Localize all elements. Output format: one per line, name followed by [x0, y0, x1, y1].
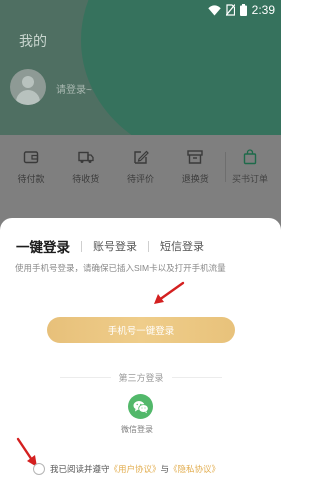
no-sim-icon — [225, 1, 236, 20]
agreement-row: 我已阅读并遵守 《用户协议》 与 《隐私协议》 — [33, 463, 220, 475]
agreement-conjunction: 与 — [160, 464, 170, 474]
status-time: 2:39 — [251, 3, 275, 17]
edit-icon — [133, 150, 149, 164]
login-prompt[interactable]: 请登录~ — [56, 81, 92, 96]
bag-icon — [243, 149, 257, 165]
agreement-prefix: 我已阅读并遵守 — [50, 464, 110, 474]
tab-one-click-login[interactable]: 一键登录 — [16, 236, 70, 256]
wallet-icon — [23, 151, 39, 164]
one-click-login-button[interactable]: 手机号一键登录 — [47, 317, 235, 343]
order-pending-payment[interactable]: 待付款 — [4, 145, 58, 195]
order-label: 待评价 — [126, 174, 154, 184]
profile-header: 2:39 我的 请登录~ — [0, 0, 281, 135]
wifi-icon — [207, 1, 221, 20]
tab-divider — [148, 240, 149, 252]
sim-hint: 使用手机号登录，请确保已插入SIM卡以及打开手机流量 — [15, 263, 226, 273]
tab-account-login[interactable]: 账号登录 — [93, 238, 137, 254]
third-party-divider: 第三方登录 — [60, 370, 223, 384]
order-shortcuts: 待付款 待收货 待评价 退换货 买书订单 — [0, 145, 281, 195]
wechat-login-button[interactable] — [128, 394, 153, 419]
login-tabs: 一键登录 账号登录 短信登录 — [16, 236, 204, 256]
privacy-policy-link[interactable]: 《隐私协议》 — [169, 463, 220, 475]
third-party-title: 第三方登录 — [118, 372, 164, 383]
user-agreement-link[interactable]: 《用户协议》 — [110, 463, 161, 475]
tab-divider — [81, 240, 82, 252]
battery-icon — [239, 1, 247, 20]
header-decoration — [81, 0, 281, 135]
order-pending-review[interactable]: 待评价 — [114, 145, 168, 195]
order-label: 待付款 — [17, 174, 45, 184]
wechat-icon — [133, 400, 149, 413]
status-bar: 2:39 — [0, 0, 281, 20]
order-label: 退换货 — [181, 174, 209, 184]
avatar[interactable] — [10, 69, 46, 105]
box-icon — [187, 150, 203, 164]
page-title: 我的 — [19, 33, 47, 49]
order-label: 待收货 — [72, 174, 100, 184]
login-sheet: 一键登录 账号登录 短信登录 使用手机号登录，请确保已插入SIM卡以及打开手机流… — [0, 218, 281, 500]
order-label: 买书订单 — [231, 174, 268, 184]
order-pending-delivery[interactable]: 待收货 — [59, 145, 113, 195]
order-book-orders[interactable]: 买书订单 — [223, 145, 277, 195]
order-divider — [225, 152, 226, 182]
agreement-checkbox[interactable] — [33, 463, 45, 475]
order-returns[interactable]: 退换货 — [168, 145, 222, 195]
wechat-login-label: 微信登录 — [121, 425, 153, 434]
annotation-arrow-icon — [154, 281, 185, 304]
truck-icon — [78, 151, 94, 163]
tab-sms-login[interactable]: 短信登录 — [160, 238, 204, 254]
